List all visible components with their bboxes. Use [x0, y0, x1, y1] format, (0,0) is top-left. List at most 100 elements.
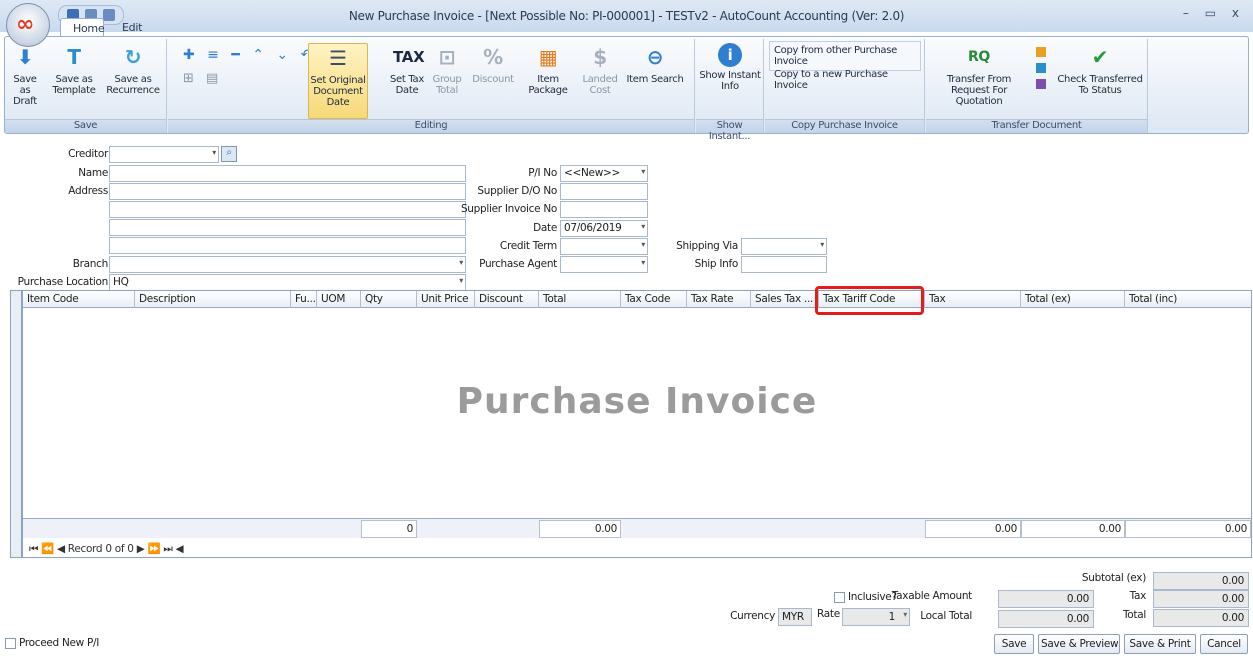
- address-line-1[interactable]: [109, 183, 466, 200]
- save-print-button[interactable]: Save & Print: [1124, 634, 1196, 654]
- group-label-show-instant: Show Instant...: [696, 119, 763, 142]
- col-total-inc[interactable]: Total (inc): [1125, 291, 1251, 308]
- col-sales-tax[interactable]: Sales Tax ...: [751, 291, 819, 308]
- supplier-invoice-field[interactable]: [560, 201, 648, 218]
- col-total[interactable]: Total: [539, 291, 621, 308]
- copy-to-new-button[interactable]: Copy to a new Purchase Invoice: [769, 65, 921, 95]
- col-description[interactable]: Description: [135, 291, 291, 308]
- address-line-2[interactable]: [109, 201, 466, 218]
- app-menu-orb[interactable]: ∞: [6, 3, 50, 47]
- group-total-button[interactable]: ⊡ Group Total: [430, 43, 464, 96]
- currency-label: Currency: [730, 610, 775, 622]
- set-original-document-date-button[interactable]: ☰ Set Original Document Date: [308, 43, 368, 119]
- footer-qty: 0: [361, 520, 417, 538]
- tab-home[interactable]: Home: [60, 18, 105, 36]
- save-as-recurrence-button[interactable]: ↻ Save as Recurrence: [105, 43, 161, 96]
- row-edit-icons-2[interactable]: ⊞ ▤: [178, 67, 227, 90]
- credit-term-label: Credit Term: [499, 240, 557, 252]
- pi-no-field[interactable]: <<New>> ▾: [560, 165, 648, 182]
- cancel-button[interactable]: Cancel: [1200, 634, 1248, 654]
- pi-no-label: P/I No: [528, 167, 557, 179]
- calendar-icon: ☰: [329, 46, 347, 70]
- tax-icon: TAX: [393, 48, 425, 66]
- branch-field[interactable]: ▾: [109, 256, 466, 273]
- col-item-code[interactable]: Item Code: [23, 291, 135, 308]
- purchase-location-field[interactable]: HQ ▾: [109, 274, 466, 291]
- group-label-save: Save: [5, 119, 166, 133]
- transfer-small-icons[interactable]: [1036, 47, 1050, 97]
- chevron-down-icon[interactable]: ▾: [641, 222, 645, 231]
- col-discount[interactable]: Discount: [475, 291, 539, 308]
- col-uom[interactable]: UOM: [317, 291, 361, 308]
- discount-button[interactable]: % Discount: [472, 43, 514, 85]
- tax-field: 0.00: [1153, 590, 1249, 608]
- name-label: Name: [78, 167, 108, 179]
- supplier-do-field[interactable]: [560, 183, 648, 200]
- creditor-label: Creditor: [68, 148, 108, 160]
- check-transferred-button[interactable]: ✔ Check Transferred To Status: [1056, 43, 1144, 96]
- window-controls[interactable]: – ▭ x: [1183, 6, 1245, 20]
- save-button[interactable]: Save: [994, 634, 1034, 654]
- footer-total: 0.00: [539, 520, 621, 538]
- record-navigator[interactable]: ⏮ ⏪ ◀ Record 0 of 0 ▶ ⏩ ⏭ ◀: [23, 539, 1251, 557]
- set-tax-date-button[interactable]: TAX Set Tax Date: [390, 43, 425, 96]
- info-icon: i: [718, 43, 742, 67]
- credit-term-field[interactable]: ▾: [560, 238, 648, 255]
- item-search-button[interactable]: ⊖ Item Search: [624, 43, 686, 85]
- supplier-do-label: Supplier D/O No: [477, 185, 557, 197]
- chevron-down-icon[interactable]: ▾: [459, 258, 463, 267]
- address-line-4[interactable]: [109, 237, 466, 254]
- total-label: Total: [1122, 609, 1146, 621]
- chevron-down-icon[interactable]: ▾: [212, 148, 216, 157]
- col-tax[interactable]: Tax: [925, 291, 1021, 308]
- item-grid[interactable]: Item Code Description Fu... UOM Qty Unit…: [22, 290, 1252, 558]
- purchase-location-label: Purchase Location: [17, 276, 109, 288]
- landed-cost-button[interactable]: $ Landed Cost: [580, 43, 620, 96]
- chevron-down-icon[interactable]: ▾: [641, 258, 645, 267]
- ship-info-field[interactable]: [741, 256, 827, 273]
- address-line-3[interactable]: [109, 219, 466, 236]
- taxable-amount-label: Taxable Amount: [891, 590, 973, 602]
- proceed-new-label: Proceed New P/I: [19, 637, 100, 649]
- name-field[interactable]: [109, 165, 466, 182]
- chevron-down-icon[interactable]: ▾: [459, 276, 463, 285]
- document-icon: [1036, 79, 1046, 89]
- save-as-draft-button[interactable]: ⬇ Save as Draft: [7, 43, 43, 107]
- creditor-search-icon[interactable]: ⌕: [221, 146, 237, 162]
- col-qty[interactable]: Qty: [361, 291, 417, 308]
- col-unit-price[interactable]: Unit Price: [417, 291, 475, 308]
- footer-total-ex: 0.00: [1021, 520, 1125, 538]
- chevron-down-icon[interactable]: ▾: [820, 240, 824, 249]
- chevron-down-icon[interactable]: ▾: [903, 610, 907, 619]
- draft-icon: ⬇: [16, 45, 34, 69]
- col-tax-rate[interactable]: Tax Rate: [687, 291, 751, 308]
- shipping-via-field[interactable]: ▾: [741, 238, 827, 255]
- ship-info-label: Ship Info: [694, 258, 739, 270]
- transfer-from-rfq-button[interactable]: RQ Transfer From Request For Quotation: [928, 43, 1030, 107]
- chevron-down-icon[interactable]: ▾: [641, 240, 645, 249]
- grid-header: Item Code Description Fu... UOM Qty Unit…: [23, 291, 1251, 308]
- currency-field[interactable]: MYR: [778, 608, 812, 626]
- group-label-editing: Editing: [168, 119, 694, 133]
- creditor-field[interactable]: ▾: [109, 146, 219, 163]
- purchase-agent-field[interactable]: ▾: [560, 256, 648, 273]
- cost-icon: $: [593, 45, 607, 69]
- row-edit-icons[interactable]: ✚ ≡ ━ ⌃ ⌄ ↶: [178, 43, 321, 67]
- col-total-ex[interactable]: Total (ex): [1021, 291, 1125, 308]
- ribbon-group-copy: Copy from other Purchase Invoice Copy to…: [765, 39, 925, 133]
- show-instant-info-button[interactable]: i Show Instant Info: [698, 43, 762, 92]
- group-icon: ⊡: [438, 45, 456, 69]
- date-field[interactable]: 07/06/2019 ▾: [560, 220, 648, 237]
- inclusive-checkbox[interactable]: [834, 592, 845, 603]
- chevron-down-icon[interactable]: ▾: [641, 167, 645, 176]
- save-as-template-button[interactable]: T Save as Template: [47, 43, 101, 96]
- rate-field[interactable]: 1 ▾: [842, 608, 910, 626]
- col-tax-code[interactable]: Tax Code: [621, 291, 687, 308]
- shipping-via-label: Shipping Via: [676, 240, 738, 252]
- col-further[interactable]: Fu...: [291, 291, 317, 308]
- tab-edit[interactable]: Edit: [110, 18, 154, 36]
- save-preview-button[interactable]: Save & Preview: [1038, 634, 1120, 654]
- item-package-button[interactable]: ▦ Item Package: [518, 43, 578, 96]
- proceed-new-checkbox[interactable]: [5, 638, 16, 649]
- grid-row-indicator: [10, 290, 22, 558]
